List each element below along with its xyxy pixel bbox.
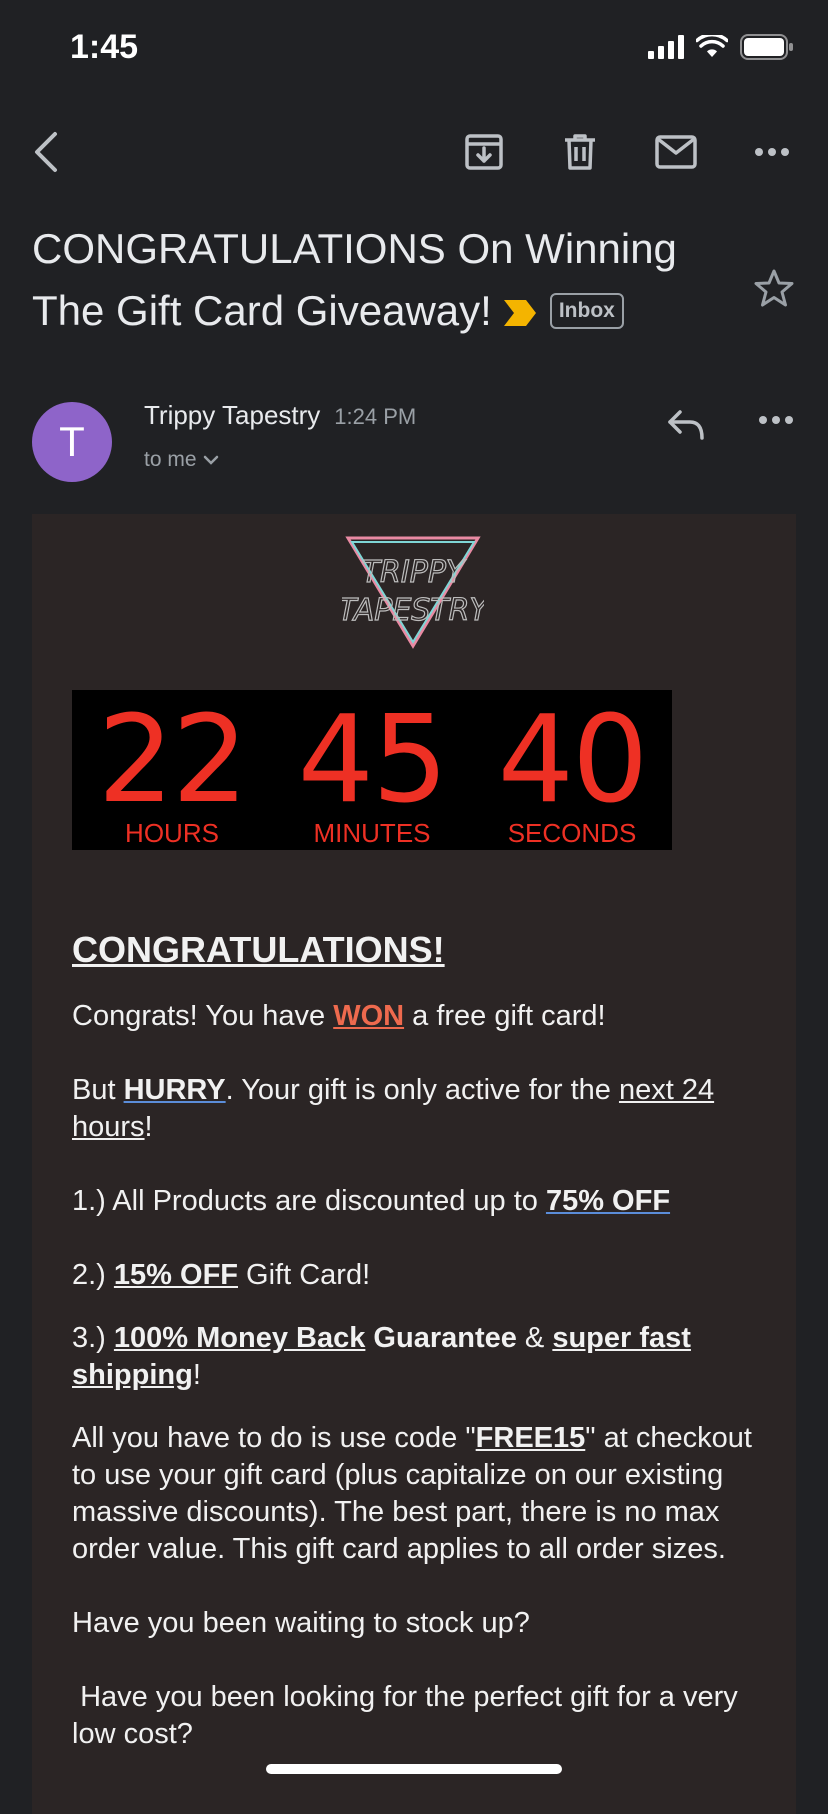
reply-button[interactable] (666, 408, 706, 447)
back-button[interactable] (22, 128, 70, 176)
list-item: 3.) 100% Money Back Guarantee & super fa… (72, 1320, 762, 1394)
brand-logo[interactable]: TRIPPY TAPESTRY (338, 530, 491, 657)
signal-icon (648, 35, 684, 59)
text: Guarantee (365, 1322, 517, 1354)
hurry-link[interactable]: HURRY (124, 1074, 226, 1106)
star-button[interactable] (754, 268, 794, 313)
archive-icon (465, 134, 503, 170)
sent-time: 1:24 PM (334, 404, 417, 429)
wifi-icon (696, 35, 728, 57)
sender-name[interactable]: Trippy Tapestry (144, 400, 320, 430)
congrats-heading: CONGRATULATIONS! (72, 929, 445, 970)
text: ! (144, 1111, 153, 1143)
mail-icon (655, 135, 697, 169)
email-subject: CONGRATULATIONS On Winning The Gift Card… (32, 218, 692, 345)
status-time: 1:45 (70, 28, 139, 66)
archive-button[interactable] (460, 128, 508, 176)
text: 1.) All Products are discounted up to (72, 1185, 546, 1217)
list-item: 2.) 15% OFF Gift Card! (72, 1257, 762, 1294)
countdown-seconds: 40 SECONDS (472, 690, 672, 850)
important-marker-icon[interactable] (502, 283, 538, 345)
list-item: 1.) All Products are discounted up to 75… (72, 1183, 762, 1220)
sender-avatar[interactable]: T (32, 402, 112, 482)
star-icon (754, 269, 794, 307)
text: Gift Card! (238, 1259, 371, 1291)
money-back-text: 100% Money Back (113, 1322, 366, 1354)
text: 2.) (72, 1259, 114, 1291)
text: Congrats! You have (72, 1000, 334, 1032)
seconds-value: 40 (497, 691, 649, 830)
hurry-paragraph: But HURRY. Your gift is only active for … (72, 1072, 762, 1146)
text: 3.) (72, 1322, 114, 1354)
more-icon (759, 416, 793, 424)
countdown-timer: 22 HOURS 45 MINUTES 40 SECONDS (72, 690, 672, 850)
text: All you have to do is use code " (72, 1422, 476, 1454)
mark-unread-button[interactable] (652, 128, 700, 176)
trash-icon (565, 134, 595, 170)
discount-link[interactable]: 75% OFF (546, 1185, 670, 1217)
message-more-button[interactable] (758, 412, 794, 430)
won-paragraph: Congrats! You have WON a free gift card! (72, 998, 762, 1035)
countdown-minutes: 45 MINUTES (272, 690, 472, 850)
delete-button[interactable] (556, 128, 604, 176)
recipient-text: to me (144, 448, 197, 471)
minutes-value: 45 (297, 691, 449, 830)
status-icons (648, 34, 794, 60)
logo-line2: TAPESTRY (342, 593, 484, 628)
more-icon (755, 148, 789, 156)
back-icon (35, 132, 57, 172)
hours-value: 22 (97, 691, 249, 830)
promo-code: FREE15 (475, 1422, 586, 1454)
won-link[interactable]: WON (333, 1000, 404, 1032)
sender-line: Trippy Tapestry 1:24 PM (144, 400, 416, 431)
text: ! (192, 1359, 201, 1391)
text: a free gift card! (404, 1000, 606, 1032)
question-paragraph: Have you been looking for the perfect gi… (72, 1681, 746, 1750)
gift-card-offer: 15% OFF (113, 1259, 238, 1291)
inbox-label-chip[interactable]: Inbox (549, 292, 624, 329)
text: & (516, 1322, 553, 1354)
question-paragraph: Have you been waiting to stock up? (72, 1607, 530, 1639)
battery-icon (740, 34, 793, 60)
chevron-down-icon (203, 455, 218, 465)
logo-line1: TRIPPY (362, 555, 467, 590)
email-content: CONGRATULATIONS! Congrats! You have WON … (72, 928, 762, 1753)
code-paragraph: All you have to do is use code "FREE15" … (72, 1420, 762, 1568)
text: But (72, 1074, 124, 1106)
reply-icon (668, 410, 704, 440)
home-indicator[interactable] (266, 1764, 562, 1774)
text: . Your gift is only active for the (225, 1074, 619, 1106)
recipient-details[interactable]: to me (144, 448, 219, 472)
more-options-button[interactable] (748, 128, 796, 176)
countdown-hours: 22 HOURS (72, 690, 272, 850)
